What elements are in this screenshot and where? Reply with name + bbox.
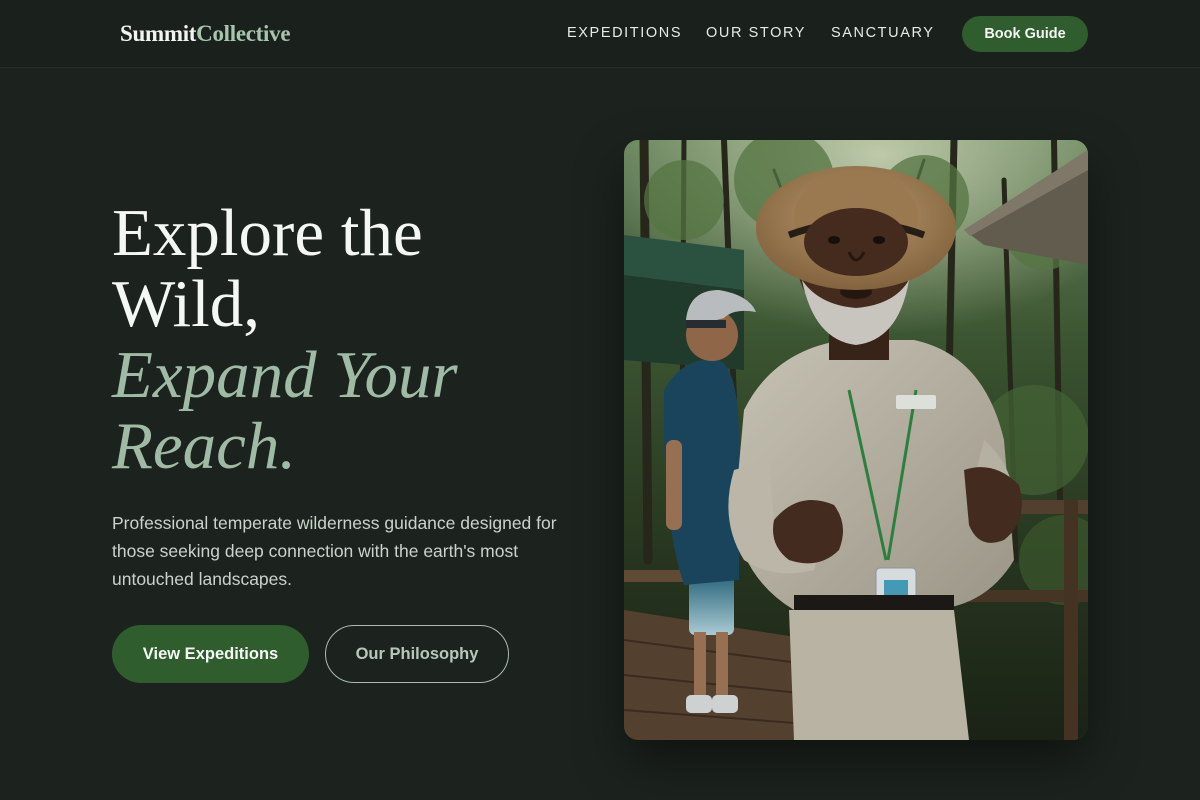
brand-logo-part2: Collective: [196, 21, 291, 46]
nav-link-expeditions[interactable]: EXPEDITIONS: [567, 24, 682, 42]
brand-logo-part1: Summit: [120, 21, 197, 46]
headline-accent-line-2: Reach.: [112, 409, 297, 483]
guide-photo-illustration: [624, 140, 1088, 740]
hero-image: [624, 140, 1088, 740]
headline-line-2: Wild,: [112, 267, 261, 341]
view-expeditions-button[interactable]: View Expeditions: [112, 625, 309, 683]
nav-link-sanctuary[interactable]: SANCTUARY: [831, 24, 935, 42]
headline-line-1: Explore the: [112, 196, 423, 270]
brand-logo[interactable]: SummitCollective: [120, 20, 291, 48]
hero-subtitle: Professional temperate wilderness guidan…: [112, 513, 557, 589]
hero-headline: Explore the Wild, Expand Your Reach.: [112, 198, 582, 482]
headline-accent-line-1: Expand Your: [112, 338, 458, 412]
our-philosophy-button[interactable]: Our Philosophy: [325, 625, 509, 683]
nav-link-our-story[interactable]: OUR STORY: [706, 24, 806, 42]
top-navbar: SummitCollective EXPEDITIONS OUR STORY S…: [0, 0, 1200, 68]
book-guide-button[interactable]: Book Guide: [962, 16, 1088, 52]
